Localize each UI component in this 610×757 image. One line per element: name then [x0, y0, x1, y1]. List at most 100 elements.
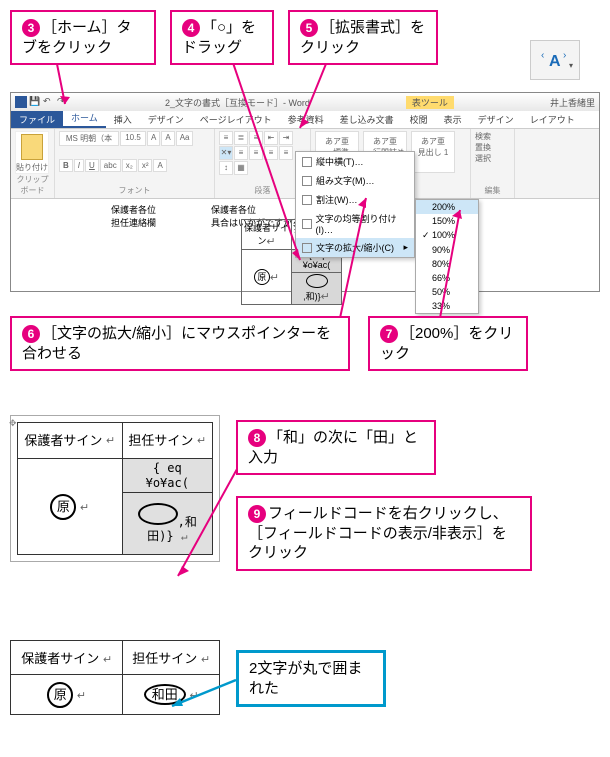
- find-button[interactable]: 検索: [475, 131, 510, 142]
- callout-num: 5: [300, 19, 318, 37]
- mini-oval-cell: ,和)}↵: [292, 272, 342, 304]
- menu-label: 縦中横(T)…: [316, 155, 364, 168]
- mid-col1: 保護者サイン ↵: [18, 423, 123, 459]
- doc-labels: 保護者各位 担任連絡欄: [111, 203, 156, 229]
- doc-line: 担任連絡欄: [111, 216, 156, 229]
- arrow-5: [300, 54, 340, 135]
- tab-tool-layout[interactable]: レイアウト: [522, 111, 583, 128]
- edit-label: 編集: [475, 185, 510, 196]
- style-preview: あア亜: [325, 137, 349, 146]
- user-name: 井上香緒里: [550, 96, 595, 109]
- arrow-result: [172, 680, 242, 713]
- cell-text: 保護者サイン: [21, 651, 99, 666]
- tab-file[interactable]: ファイル: [11, 111, 63, 128]
- parent-stamp: 原: [254, 269, 270, 285]
- sub-icon[interactable]: x₂: [122, 159, 137, 172]
- callout-5: 5［拡張書式］をクリック: [288, 10, 438, 65]
- phonetic-guide-icon: ‹ A › ▾: [530, 40, 580, 80]
- callout-7: 7［200%］をクリック: [368, 316, 528, 371]
- mid-col2: 担任サイン ↵: [122, 423, 212, 459]
- callout-num: 3: [22, 19, 40, 37]
- parent-stamp: 原: [47, 682, 73, 708]
- arrow-7: [440, 210, 470, 321]
- callout-text: ［200%］をクリック: [380, 325, 513, 362]
- callout-text: ［拡張書式］をクリック: [300, 19, 425, 56]
- doc-line: 保護者各位: [111, 203, 156, 216]
- callout-9: 9フィールドコードを右クリックし、［フィールドコードの表示/非表示］をクリック: [236, 496, 532, 571]
- svg-text:›: ›: [563, 50, 566, 61]
- style-preview: あア亜: [373, 137, 397, 146]
- group-editing: 検索 置換 選択 編集: [471, 129, 515, 198]
- callout-text: フィールドコードを右クリックし、［フィールドコードの表示/非表示］をクリック: [248, 505, 508, 561]
- bold-icon[interactable]: B: [59, 159, 73, 172]
- font-color-icon[interactable]: A: [153, 159, 166, 172]
- select-button[interactable]: 選択: [475, 153, 510, 164]
- res-col1: 保護者サイン ↵: [11, 641, 123, 675]
- oval-shape: [138, 503, 178, 525]
- group-font: MS 明朝（本 10.5 A A Aa B I U abc x₂ x² A フォ…: [55, 129, 215, 198]
- clipboard-label: クリップボード: [15, 174, 50, 196]
- callout-num: 6: [22, 325, 40, 343]
- word-icon: [15, 96, 27, 108]
- arrow-6: [340, 198, 370, 321]
- ta-text: 田)}: [147, 529, 173, 543]
- return-mark-icon: ↵: [321, 291, 330, 303]
- submenu-arrow-icon: ▸: [403, 242, 408, 253]
- callout-6: 6［文字の拡大/縮小］にマウスポインターを合わせる: [10, 316, 350, 371]
- tab-tool-design[interactable]: デザイン: [470, 111, 522, 128]
- callout-text: ［文字の拡大/縮小］にマウスポインターを合わせる: [22, 325, 331, 362]
- callout-text: 2文字が丸で囲まれた: [249, 660, 362, 697]
- menu-tcy[interactable]: 縦中横(T)…: [296, 152, 414, 171]
- tab-insert[interactable]: 挿入: [106, 111, 140, 128]
- svg-text:‹: ‹: [541, 50, 544, 61]
- res-parent-cell: 原 ↵: [11, 675, 123, 715]
- paste-label: 貼り付け: [16, 163, 48, 172]
- mid-parent-cell: 原 ↵: [18, 459, 123, 555]
- callout-3: 3［ホーム］タブをクリック: [10, 10, 156, 65]
- callout-num: 4: [182, 19, 200, 37]
- paste-button[interactable]: 貼り付け: [15, 131, 49, 174]
- underline-icon[interactable]: U: [85, 159, 99, 172]
- return-mark-icon: ↵: [197, 435, 206, 447]
- wa-text: ,和)}: [303, 291, 321, 301]
- callout-num: 8: [248, 429, 266, 447]
- return-mark-icon: ↵: [106, 435, 115, 447]
- menu-kumi[interactable]: 組み文字(M)…: [296, 171, 414, 190]
- font-size[interactable]: 10.5: [120, 131, 146, 146]
- grow-font-icon[interactable]: A: [147, 131, 160, 146]
- svg-text:A: A: [549, 53, 561, 70]
- tab-mail[interactable]: 差し込み文書: [332, 111, 402, 128]
- callout-text: 「和」の次に「田」と入力: [248, 429, 418, 466]
- arrow-4: [220, 54, 310, 267]
- cell-text: 担任サイン: [132, 651, 197, 666]
- font-label: フォント: [59, 185, 210, 196]
- res-col2: 担任サイン ↵: [123, 641, 220, 675]
- tab-design[interactable]: デザイン: [140, 111, 192, 128]
- italic-icon[interactable]: I: [74, 159, 84, 172]
- callout-8: 8「和」の次に「田」と入力: [236, 420, 436, 475]
- return-mark-icon: ↵: [77, 690, 86, 702]
- change-case-icon[interactable]: Aa: [176, 131, 194, 146]
- table-handle-icon[interactable]: ✥: [9, 418, 17, 429]
- strike-icon[interactable]: abc: [100, 159, 121, 172]
- style-name: 見出し 1: [418, 148, 449, 157]
- selected-oval[interactable]: [306, 274, 328, 288]
- callout-num: 7: [380, 325, 398, 343]
- shrink-font-icon[interactable]: A: [161, 131, 174, 146]
- return-mark-icon: ↵: [80, 502, 89, 514]
- style-preview: あア亜: [421, 137, 445, 146]
- sup-icon[interactable]: x²: [138, 159, 153, 172]
- parent-stamp: 原: [50, 494, 76, 520]
- style-heading1[interactable]: あア亜見出し 1: [411, 131, 455, 173]
- return-mark-icon: ↵: [103, 654, 112, 666]
- callout-num: 9: [248, 505, 266, 523]
- callout-4: 4「○」をドラッグ: [170, 10, 274, 65]
- cell-text: 担任サイン: [128, 433, 193, 448]
- tab-review[interactable]: 校閲: [402, 111, 436, 128]
- replace-button[interactable]: 置換: [475, 142, 510, 153]
- tab-view[interactable]: 表示: [436, 111, 470, 128]
- cell-text: 保護者サイン: [24, 433, 102, 448]
- font-name[interactable]: MS 明朝（本: [59, 131, 119, 146]
- menu-label: 組み文字(M)…: [316, 174, 375, 187]
- svg-text:▾: ▾: [569, 61, 573, 70]
